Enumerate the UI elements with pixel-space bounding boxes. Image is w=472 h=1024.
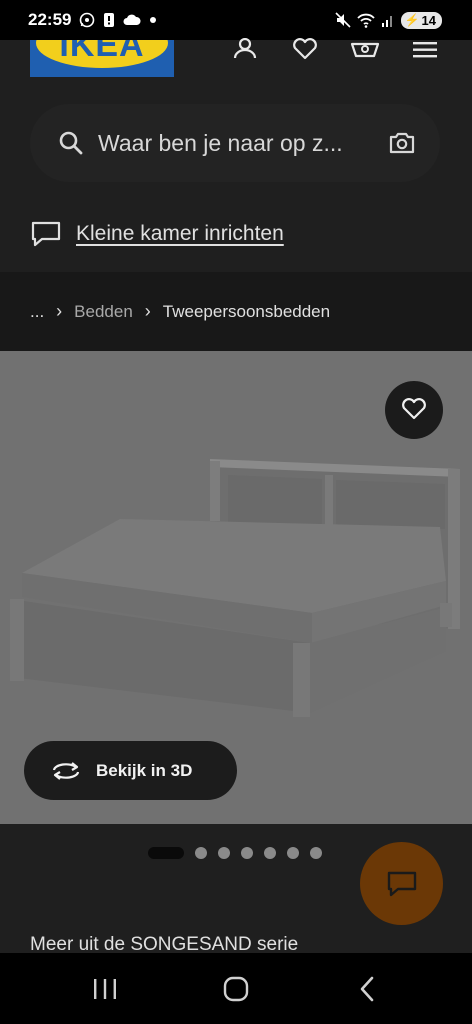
carousel-dot[interactable] <box>310 847 322 859</box>
page: 22:59 ⚡ 14 IKEA Waar ben je naar op z...… <box>0 0 472 1024</box>
rotate-3d-icon <box>52 761 80 780</box>
recent-apps-button[interactable] <box>85 969 125 1009</box>
logo-text: IKEA <box>59 40 145 64</box>
dot-icon <box>150 17 157 23</box>
header-icons <box>230 38 440 62</box>
back-button[interactable] <box>347 969 387 1009</box>
breadcrumb-item[interactable]: Bedden <box>74 302 133 322</box>
product-image[interactable]: Bekijk in 3D <box>0 351 472 824</box>
carousel-dots <box>148 847 322 859</box>
breadcrumb-item-current[interactable]: Tweepersoonsbedden <box>163 302 330 322</box>
battery-icon: ⚡ 14 <box>400 11 442 29</box>
search-icon[interactable] <box>58 130 84 156</box>
status-right: ⚡ 14 <box>335 11 442 29</box>
menu-icon[interactable] <box>410 38 440 62</box>
system-nav-bar <box>0 953 472 1024</box>
wifi-icon <box>356 13 375 28</box>
battery-level: 14 <box>421 12 436 28</box>
carousel-dot[interactable] <box>241 847 253 859</box>
carousel-dot[interactable] <box>218 847 230 859</box>
ikea-logo[interactable]: IKEA <box>30 40 174 77</box>
breadcrumb-ellipsis[interactable]: ... <box>30 302 44 322</box>
search-input[interactable]: Waar ben je naar op z... <box>98 130 388 157</box>
carousel-dot[interactable] <box>264 847 276 859</box>
heart-icon <box>402 398 426 420</box>
user-icon[interactable] <box>230 38 260 62</box>
mute-icon <box>335 12 351 28</box>
basket-icon[interactable] <box>350 38 380 62</box>
small-room-link-label[interactable]: Kleine kamer inrichten <box>76 222 284 246</box>
status-left: 22:59 <box>28 10 157 30</box>
chevron-right-icon: › <box>144 301 151 321</box>
carousel-dot[interactable] <box>287 847 299 859</box>
signal-icon <box>381 16 392 27</box>
small-room-link[interactable]: Kleine kamer inrichten <box>30 220 284 248</box>
home-icon <box>223 976 249 1001</box>
site-header: IKEA Waar ben je naar op z... Kleine kam… <box>0 38 472 272</box>
recent-apps-icon <box>94 978 117 999</box>
whatsapp-icon <box>80 12 95 28</box>
status-bar: 22:59 ⚡ 14 <box>0 0 472 40</box>
favorite-button[interactable] <box>385 381 443 439</box>
chevron-right-icon: › <box>56 301 63 321</box>
view-3d-button[interactable]: Bekijk in 3D <box>24 741 237 800</box>
status-time: 22:59 <box>28 10 72 29</box>
back-icon <box>360 976 373 1001</box>
notification-icon <box>104 13 115 27</box>
carousel-dot-active[interactable] <box>148 847 184 859</box>
breadcrumb: ... › Bedden › Tweepersoonsbedden <box>0 272 472 351</box>
chat-bubble-icon <box>31 221 61 247</box>
search-bar[interactable]: Waar ben je naar op z... <box>30 104 440 182</box>
heart-icon[interactable] <box>290 38 320 62</box>
home-button[interactable] <box>216 969 256 1009</box>
cloud-icon <box>123 14 142 25</box>
chat-icon <box>387 871 416 896</box>
camera-icon[interactable] <box>388 131 416 155</box>
carousel-dot[interactable] <box>195 847 207 859</box>
chat-button[interactable] <box>360 842 443 925</box>
view-3d-label: Bekijk in 3D <box>96 760 193 780</box>
